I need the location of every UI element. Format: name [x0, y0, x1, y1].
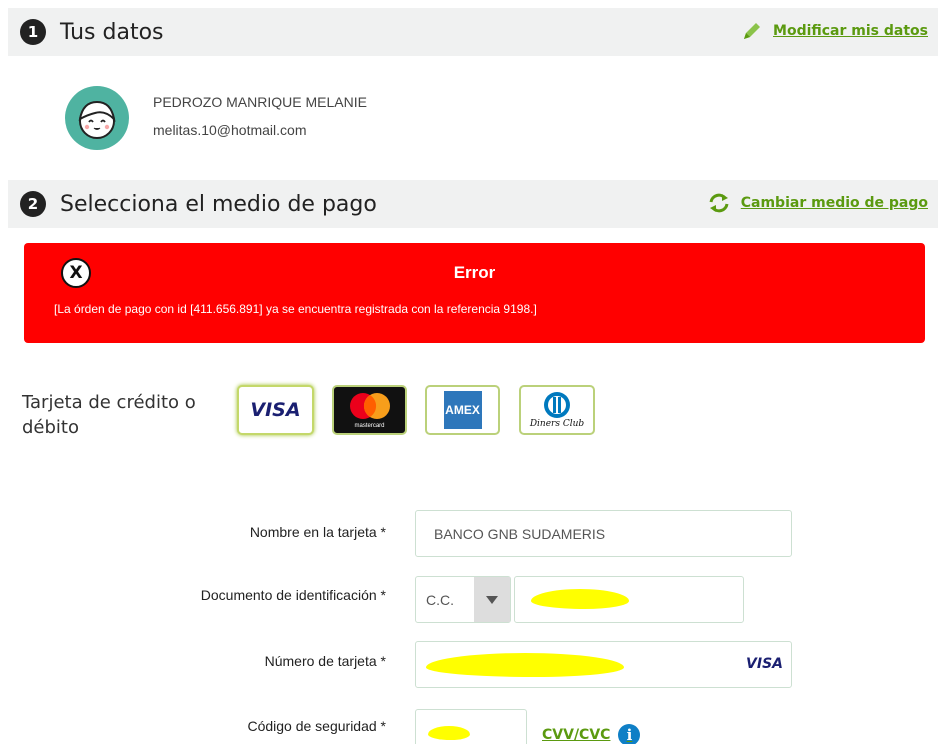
document-type-dropdown-button[interactable]: [474, 577, 510, 622]
document-type-select[interactable]: C.C.: [415, 576, 511, 623]
card-number-label: Número de tarjeta *: [264, 653, 386, 669]
mastercard-logo-text: mastercard: [354, 423, 385, 429]
cvv-input[interactable]: [415, 709, 527, 744]
info-icon[interactable]: i: [618, 724, 641, 744]
card-brand-indicator: VISA: [746, 656, 783, 672]
error-message: [La órden de pago con id [411.656.891] y…: [54, 302, 537, 316]
amex-card-option[interactable]: AMEX: [425, 385, 500, 435]
cvv-help-label[interactable]: CVV/CVC: [542, 727, 610, 743]
cvv-help-link[interactable]: CVV/CVC i: [542, 724, 641, 744]
user-info: PEDROZO MANRIQUE MELANIE melitas.10@hotm…: [8, 56, 938, 170]
redaction-mark: [426, 653, 624, 677]
diners-logo: Diners Club: [530, 391, 584, 429]
pencil-icon: [744, 23, 761, 39]
section-header-medio-pago: 2 Selecciona el medio de pago Cambiar me…: [8, 180, 938, 228]
modify-data-link[interactable]: Modificar mis datos: [741, 20, 928, 42]
change-payment-label[interactable]: Cambiar medio de pago: [741, 195, 928, 211]
diners-logo-icon: [543, 392, 570, 418]
user-name: PEDROZO MANRIQUE MELANIE: [153, 94, 367, 110]
document-number-input[interactable]: [514, 576, 744, 623]
card-name-input[interactable]: BANCO GNB SUDAMERIS: [415, 510, 792, 557]
refresh-icon: [709, 193, 729, 213]
step-badge-1: 1: [20, 19, 46, 45]
amex-logo-icon: AMEX: [443, 391, 482, 429]
card-name-value: BANCO GNB SUDAMERIS: [434, 525, 606, 542]
amex-logo-text: AMEX: [445, 403, 480, 417]
document-type-value: C.C.: [426, 591, 454, 608]
payment-method-label: Tarjeta de crédito o débito: [22, 392, 196, 439]
error-alert: X Error [La órden de pago con id [411.65…: [24, 243, 925, 343]
diners-card-option[interactable]: Diners Club: [519, 385, 595, 435]
visa-logo-text: VISA: [250, 399, 301, 421]
modify-data-label[interactable]: Modificar mis datos: [773, 23, 928, 39]
card-name-label: Nombre en la tarjeta *: [249, 524, 386, 540]
cvv-label: Código de seguridad *: [247, 718, 386, 734]
mastercard-card-option[interactable]: mastercard: [332, 385, 407, 435]
avatar: [65, 86, 129, 150]
user-email: melitas.10@hotmail.com: [153, 122, 307, 138]
redaction-mark: [531, 589, 629, 609]
card-number-input[interactable]: VISA: [415, 641, 792, 688]
avatar-face-icon: [78, 100, 116, 139]
redaction-mark: [428, 726, 470, 740]
section-header-tus-datos: 1 Tus datos Modificar mis datos: [8, 8, 938, 56]
diners-logo-text: Diners Club: [529, 419, 585, 429]
change-payment-link[interactable]: Cambiar medio de pago: [707, 192, 928, 214]
document-label: Documento de identificación *: [200, 587, 386, 603]
error-title: Error: [453, 263, 496, 282]
section-title-medio-pago: Selecciona el medio de pago: [60, 191, 377, 217]
step-badge-2: 2: [20, 191, 46, 217]
caret-down-icon: [486, 595, 498, 604]
section-title-tus-datos: Tus datos: [60, 19, 164, 45]
visa-card-option[interactable]: VISA: [237, 385, 314, 435]
